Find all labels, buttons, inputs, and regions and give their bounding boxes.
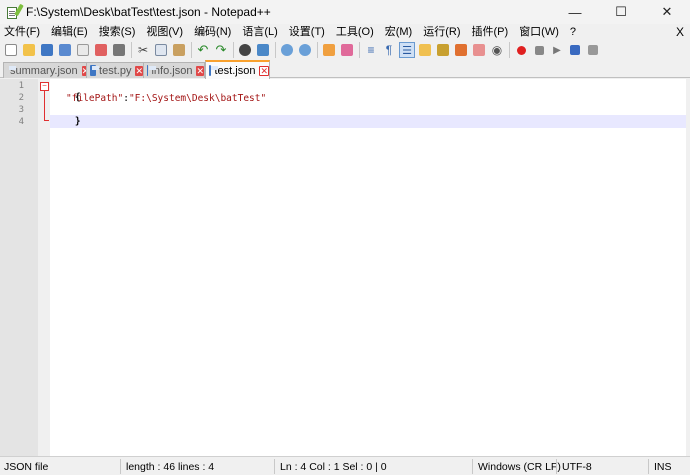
undo-icon[interactable]: ↶ (195, 42, 211, 58)
tab-test-json[interactable]: test.json ✕ (205, 60, 270, 79)
status-encoding: UTF-8 (562, 461, 592, 473)
code-line-3: } (52, 105, 81, 138)
menu-macro[interactable]: 宏(M) (381, 24, 417, 40)
title-bar: F:\System\Desk\batTest\test.json - Notep… (0, 0, 690, 24)
current-line-highlight (50, 115, 686, 128)
function-list-icon[interactable] (453, 42, 469, 58)
tab-close-icon[interactable]: ✕ (135, 65, 143, 76)
tab-label: info.json (151, 64, 193, 77)
saved-file-icon (147, 65, 161, 76)
status-insert-mode: INS (654, 461, 672, 473)
save-all-icon[interactable] (57, 42, 73, 58)
vertical-scrollbar[interactable] (686, 79, 690, 456)
line-number: 3 (18, 105, 24, 115)
fold-collapse-icon[interactable]: − (40, 82, 49, 91)
window-title: F:\System\Desk\batTest\test.json - Notep… (26, 5, 271, 19)
editor-area[interactable]: 1 2 3 4 − { "filePath":"F:\System\Desk\b… (0, 79, 690, 456)
copy-icon[interactable] (153, 42, 169, 58)
menu-edit[interactable]: 编辑(E) (47, 24, 92, 40)
show-all-chars-icon[interactable]: ¶ (381, 42, 397, 58)
find-icon[interactable] (237, 42, 253, 58)
line-number-gutter: 1 2 3 4 (0, 79, 38, 456)
status-eol: Windows (CR LF) (478, 461, 561, 473)
line-number: 1 (18, 81, 24, 91)
tab-label: test.py (99, 64, 132, 77)
open-file-icon[interactable] (21, 42, 37, 58)
monitoring-icon[interactable]: ◉ (489, 42, 505, 58)
tab-close-icon[interactable]: ✕ (259, 65, 269, 76)
line-number: 2 (18, 93, 24, 103)
tab-label: summary.json (10, 64, 78, 77)
minimize-button[interactable]: — (552, 0, 598, 24)
sync-horizontal-icon[interactable] (339, 42, 355, 58)
zoom-out-icon[interactable] (297, 42, 313, 58)
save-macro-icon[interactable] (585, 42, 601, 58)
user-language-icon[interactable] (417, 42, 433, 58)
sync-vertical-icon[interactable] (321, 42, 337, 58)
menu-file[interactable]: 文件(F) (0, 24, 44, 40)
folder-workspace-icon[interactable] (471, 42, 487, 58)
tab-label: test.json (214, 64, 256, 77)
document-map-icon[interactable] (435, 42, 451, 58)
menu-window[interactable]: 窗口(W) (515, 24, 563, 40)
menu-bar: 文件(F) 编辑(E) 搜索(S) 视图(V) 编码(N) 语言(L) 设置(T… (0, 24, 690, 40)
menu-plugins[interactable]: 插件(P) (468, 24, 513, 40)
code-line-2: "filePath":"F:\System\Desk\batTest" (66, 93, 266, 104)
toolbar: ✂ ↶ ↷ ≡ ¶ ☰ ◉ ▶ (0, 40, 690, 60)
close-window-button[interactable]: ✕ (644, 0, 690, 24)
print-icon[interactable] (111, 42, 127, 58)
json-key: "filePath" (66, 93, 124, 104)
stop-macro-icon[interactable] (531, 42, 547, 58)
save-icon[interactable] (39, 42, 55, 58)
line-number: 4 (18, 117, 24, 127)
close-file-icon[interactable] (75, 42, 91, 58)
maximize-button[interactable]: ☐ (598, 0, 644, 24)
menu-help[interactable]: ? (566, 24, 580, 40)
menu-search[interactable]: 搜索(S) (95, 24, 140, 40)
new-file-icon[interactable] (3, 42, 19, 58)
tab-summary-json[interactable]: summary.json ✕ (3, 62, 90, 78)
tab-bar: summary.json ✕ test.py ✕ info.json ✕ tes… (0, 60, 690, 79)
status-file-type: JSON file (4, 461, 49, 473)
json-value: "F:\System\Desk\batTest" (128, 93, 267, 104)
fold-margin (38, 79, 50, 456)
tab-test-py[interactable]: test.py ✕ (86, 62, 144, 78)
status-length: length : 46 lines : 4 (126, 461, 215, 473)
menu-encoding[interactable]: 编码(N) (190, 24, 235, 40)
word-wrap-icon[interactable]: ≡ (363, 42, 379, 58)
indent-guide-icon[interactable]: ☰ (399, 42, 415, 58)
close-document-button[interactable]: X (676, 24, 684, 40)
status-bar: JSON file length : 46 lines : 4 Ln : 4 C… (0, 456, 690, 475)
menu-run[interactable]: 运行(R) (419, 24, 464, 40)
run-macro-multiple-icon[interactable] (567, 42, 583, 58)
json-brace-close: } (74, 116, 81, 127)
fold-line (44, 91, 45, 121)
redo-icon[interactable]: ↷ (213, 42, 229, 58)
menu-settings[interactable]: 设置(T) (285, 24, 329, 40)
menu-tools[interactable]: 工具(O) (332, 24, 378, 40)
record-macro-icon[interactable] (513, 42, 529, 58)
menu-view[interactable]: 视图(V) (142, 24, 187, 40)
zoom-in-icon[interactable] (279, 42, 295, 58)
close-all-icon[interactable] (93, 42, 109, 58)
saved-file-icon (209, 65, 221, 76)
notepad-app-icon (6, 3, 24, 19)
fold-end-marker (44, 120, 49, 121)
cut-icon[interactable]: ✂ (135, 42, 151, 58)
tab-info-json[interactable]: info.json ✕ (143, 62, 205, 78)
status-position: Ln : 4 Col : 1 Sel : 0 | 0 (280, 461, 387, 473)
menu-language[interactable]: 语言(L) (238, 24, 281, 40)
tab-close-icon[interactable]: ✕ (196, 65, 204, 76)
play-macro-icon[interactable]: ▶ (549, 42, 565, 58)
replace-icon[interactable] (255, 42, 271, 58)
saved-file-icon (90, 65, 100, 76)
paste-icon[interactable] (171, 42, 187, 58)
